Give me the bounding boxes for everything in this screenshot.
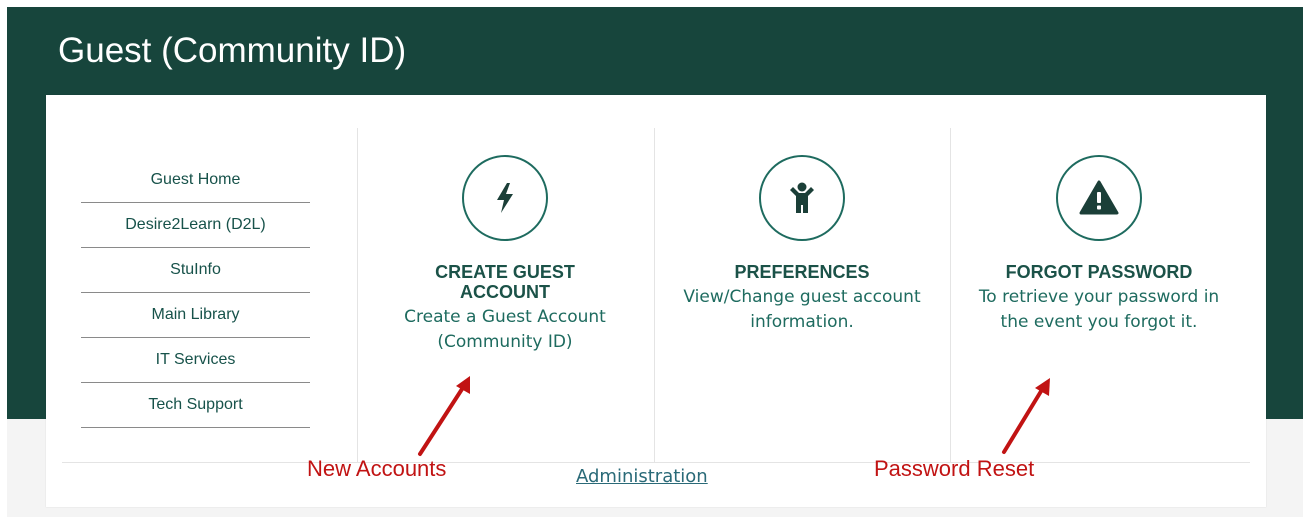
sidebar-item-guest-home[interactable]: Guest Home [81, 158, 310, 203]
main-card: Guest Home Desire2Learn (D2L) StuInfo Ma… [46, 95, 1266, 507]
sidebar-nav: Guest Home Desire2Learn (D2L) StuInfo Ma… [81, 158, 310, 428]
tile-description: View/Change guest account information. [683, 287, 921, 332]
page-title: Guest (Community ID) [58, 31, 407, 70]
tile-title[interactable]: FORGOT PASSWORD [989, 262, 1209, 282]
person-icon[interactable] [759, 155, 845, 241]
column-divider [950, 128, 951, 462]
new-accounts-annotation: New Accounts [307, 456, 447, 481]
tile-description: To retrieve your password in the event y… [978, 287, 1220, 332]
administration-link[interactable]: Administration [576, 466, 708, 487]
lightning-bolt-icon[interactable] [462, 155, 548, 241]
sidebar-item-stuinfo[interactable]: StuInfo [81, 248, 310, 293]
tile-description: Create a Guest Account (Community ID) [404, 307, 606, 352]
tile-forgot-password[interactable]: FORGOT PASSWORD To retrieve your passwor… [952, 155, 1246, 335]
tile-preferences[interactable]: PREFERENCES View/Change guest account in… [655, 155, 949, 335]
new-accounts-arrow-icon [418, 376, 470, 456]
sidebar-item-main-library[interactable]: Main Library [81, 293, 310, 338]
tile-create-guest-account[interactable]: CREATE GUEST ACCOUNT Create a Guest Acco… [358, 155, 652, 355]
sidebar-item-it-services[interactable]: IT Services [81, 338, 310, 383]
password-reset-annotation: Password Reset [874, 456, 1035, 481]
warning-triangle-icon[interactable] [1056, 155, 1142, 241]
password-reset-arrow-icon [1002, 378, 1050, 454]
footer-divider [62, 462, 1250, 463]
sidebar-item-desire2learn[interactable]: Desire2Learn (D2L) [81, 203, 310, 248]
sidebar-item-tech-support[interactable]: Tech Support [81, 383, 310, 428]
tile-title[interactable]: PREFERENCES [692, 262, 912, 282]
tile-title[interactable]: CREATE GUEST ACCOUNT [395, 262, 615, 302]
page: Guest (Community ID) Guest Home Desire2L… [0, 0, 1304, 517]
